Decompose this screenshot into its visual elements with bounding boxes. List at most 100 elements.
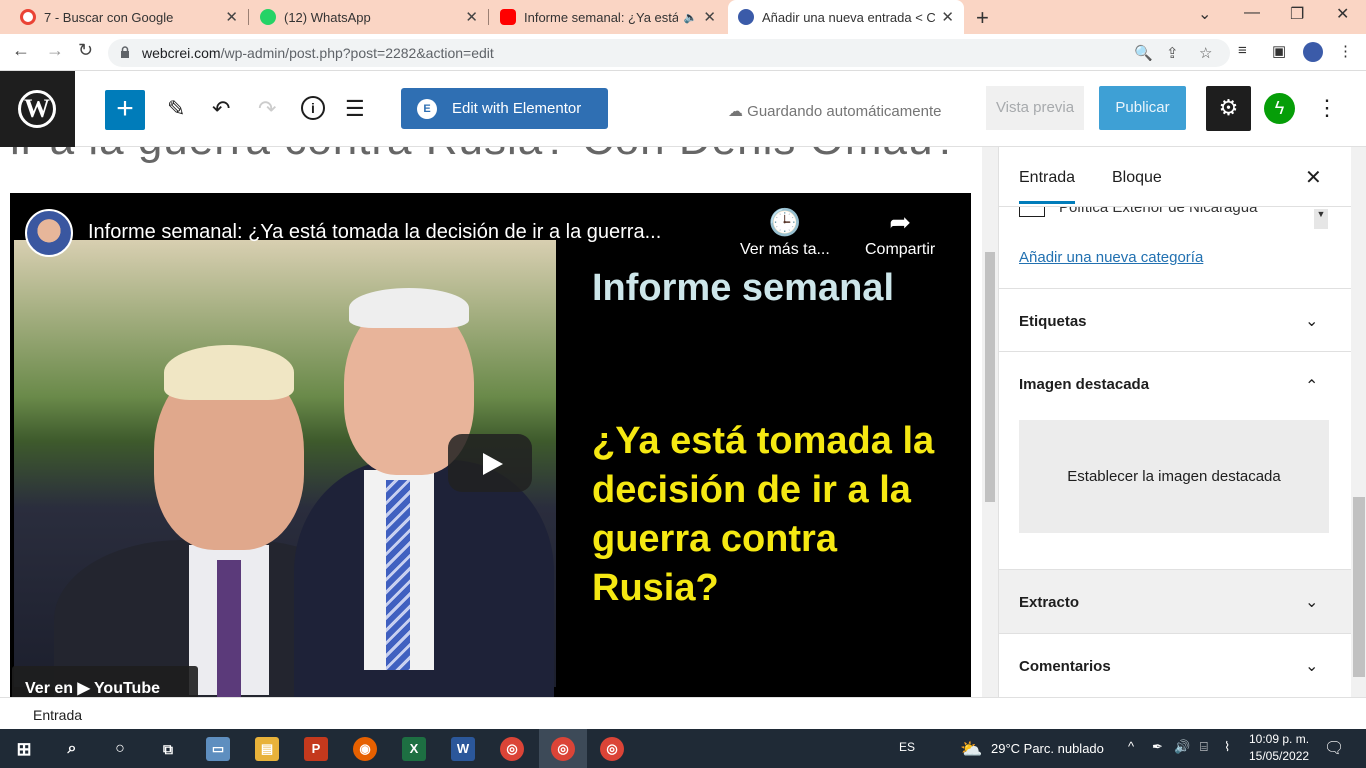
tab-bloque[interactable]: Bloque [1112, 169, 1162, 187]
set-featured-image-button[interactable]: Establecer la imagen destacada [1019, 420, 1329, 533]
preview-button[interactable]: Vista previa [986, 86, 1084, 130]
sidebar-scrollbar[interactable] [1351, 147, 1366, 697]
language-indicator[interactable]: ES [899, 740, 915, 754]
comments-panel[interactable]: Comentarios ⌄ [999, 633, 1351, 697]
tab-entrada[interactable]: Entrada [1019, 169, 1076, 204]
details-info-icon[interactable]: i [301, 96, 325, 120]
word-icon[interactable]: W [451, 737, 475, 761]
wordpress-icon: W [18, 90, 56, 128]
thumbnail-heading: Informe semanal [592, 267, 894, 309]
google-icon [20, 9, 36, 25]
chevron-down-icon: ⌄ [1305, 658, 1319, 675]
close-window-button[interactable]: ✕ [1336, 4, 1349, 24]
maximize-button[interactable]: ❐ [1290, 4, 1304, 24]
profile-avatar[interactable] [1303, 42, 1323, 62]
elementor-icon: E [417, 98, 437, 119]
powerpoint-icon[interactable]: P [304, 737, 328, 761]
block-breadcrumb-bar: Entrada [0, 697, 1366, 729]
close-tab-icon[interactable]: ✕ [465, 8, 478, 26]
network-icon[interactable]: ⌸ [1200, 739, 1208, 755]
lock-icon[interactable] [120, 46, 130, 58]
chevron-down-icon: ⌄ [1305, 313, 1319, 330]
undo-icon[interactable]: ↶ [212, 96, 230, 122]
chrome-profile-icon[interactable]: ◎ [551, 737, 575, 761]
firefox-icon[interactable]: ◉ [353, 737, 377, 761]
address-bar[interactable]: webcrei.com/wp-admin/post.php?post=2282&… [108, 39, 1230, 67]
weather-text[interactable]: 29°C Parc. nublado [991, 741, 1104, 756]
share-icon[interactable]: ⇪ [1166, 44, 1179, 62]
clock-time[interactable]: 10:09 p. m. [1249, 732, 1309, 746]
file-explorer-icon[interactable]: ▤ [255, 737, 279, 761]
clock-icon: 🕒 [768, 207, 802, 237]
play-button[interactable] [448, 434, 532, 492]
edit-pencil-icon[interactable]: ✎ [167, 96, 185, 122]
excerpt-panel[interactable]: Extracto ⌄ [999, 569, 1351, 633]
share-arrow-icon: ➦ [889, 207, 912, 237]
video-title[interactable]: Informe semanal: ¿Ya está tomada la deci… [88, 221, 661, 244]
add-block-button[interactable]: + [105, 90, 145, 130]
channel-avatar[interactable] [25, 209, 73, 257]
task-view-icon[interactable]: ⧉ [156, 737, 180, 761]
tab-wordpress-editor[interactable]: Añadir una nueva entrada < CRE ✕ [728, 0, 964, 34]
windows-start-icon[interactable]: ⊞ [12, 737, 36, 761]
close-icon[interactable]: ✕ [1305, 165, 1322, 190]
reading-list-icon[interactable]: ≡ [1238, 42, 1247, 59]
redo-icon[interactable]: ↷ [258, 96, 276, 122]
share-button[interactable]: ➦ Compartir [865, 207, 935, 259]
chrome-icon[interactable]: ◎ [500, 737, 524, 761]
editor-canvas: ir a la guerra contra Rusia? Con Denis O… [0, 147, 982, 697]
pen-icon[interactable]: ✒ [1152, 739, 1163, 755]
cortana-icon[interactable]: ○ [108, 737, 132, 761]
tab-title: Añadir una nueva entrada < CRE [762, 9, 936, 25]
speaker-icon[interactable]: 🔈 [684, 11, 698, 24]
post-title[interactable]: ir a la guerra contra Rusia? Con Denis O… [10, 147, 959, 165]
list-view-icon[interactable]: ☰ [345, 96, 365, 122]
breadcrumb[interactable]: Entrada [33, 707, 82, 723]
tray-chevron-icon[interactable]: ^ [1128, 739, 1134, 754]
tab-whatsapp[interactable]: (12) WhatsApp ✕ [250, 0, 488, 34]
add-category-link[interactable]: Añadir una nueva categoría [1019, 249, 1203, 266]
close-tab-icon[interactable]: ✕ [941, 8, 954, 26]
publish-button[interactable]: Publicar [1099, 86, 1186, 130]
back-button[interactable]: ← [12, 40, 30, 61]
side-panel-icon[interactable]: ▣ [1272, 42, 1286, 60]
youtube-icon [500, 9, 516, 25]
minimize-button[interactable]: — [1244, 4, 1260, 22]
sidebar-tabs: Entrada Bloque ✕ [999, 147, 1351, 207]
watch-later-button[interactable]: 🕒 Ver más ta... [740, 207, 830, 259]
clock-date[interactable]: 15/05/2022 [1249, 749, 1309, 763]
new-tab-button[interactable]: + [976, 5, 989, 31]
tab-title: Informe semanal: ¿Ya está to [524, 9, 678, 25]
category-list-scroll[interactable]: ▼ [1314, 209, 1328, 229]
settings-sidebar: Política Exterior de Nicaragua Entrada B… [998, 147, 1366, 697]
editor-scrollbar[interactable] [982, 147, 998, 697]
tab-youtube[interactable]: Informe semanal: ¿Ya está to 🔈 ✕ [490, 0, 726, 34]
tab-search-chevron-icon[interactable]: ⌄ [1198, 4, 1211, 24]
notifications-icon[interactable]: 🗨 [1324, 738, 1344, 758]
wifi-icon[interactable]: ⌇ [1224, 739, 1230, 755]
jetpack-icon[interactable]: ϟ [1264, 93, 1295, 124]
forward-button[interactable]: → [46, 40, 64, 61]
tags-panel[interactable]: Etiquetas ⌄ [999, 288, 1351, 351]
settings-gear-icon[interactable]: ⚙ [1206, 86, 1251, 131]
edit-with-elementor-button[interactable]: E Edit with Elementor [401, 88, 608, 129]
excel-icon[interactable]: X [402, 737, 426, 761]
chevron-down-icon: ⌄ [1305, 594, 1319, 611]
windows-taskbar: ⊞ ⌕ ○ ⧉ ▭ ▤ P ◉ X W ◎ ◎ ◎ ES ⛅ 29°C Parc… [0, 729, 1366, 768]
wordpress-logo-button[interactable]: W [0, 71, 75, 147]
close-tab-icon[interactable]: ✕ [703, 8, 716, 26]
zoom-icon[interactable]: 🔍 [1134, 44, 1153, 62]
close-tab-icon[interactable]: ✕ [225, 8, 238, 26]
remote-desktop-icon[interactable]: ▭ [206, 737, 230, 761]
browser-menu-icon[interactable]: ⋮ [1338, 42, 1353, 60]
chrome-profile-2-icon[interactable]: ◎ [600, 737, 624, 761]
youtube-embed[interactable]: Informe semanal: ¿Ya está tomada la deci… [10, 193, 971, 697]
options-menu-icon[interactable]: ⋮ [1316, 95, 1338, 121]
reload-button[interactable]: ↻ [78, 40, 93, 61]
thumbnail-question: ¿Ya está tomada la decisión de ir a la g… [592, 420, 935, 609]
search-icon[interactable]: ⌕ [60, 737, 84, 761]
bookmark-star-icon[interactable]: ☆ [1199, 44, 1212, 62]
tab-google[interactable]: 7 - Buscar con Google ✕ [10, 0, 248, 34]
watch-on-youtube-button[interactable]: Ver en ▶ YouTube [12, 666, 198, 697]
volume-icon[interactable]: 🔊 [1174, 739, 1190, 755]
